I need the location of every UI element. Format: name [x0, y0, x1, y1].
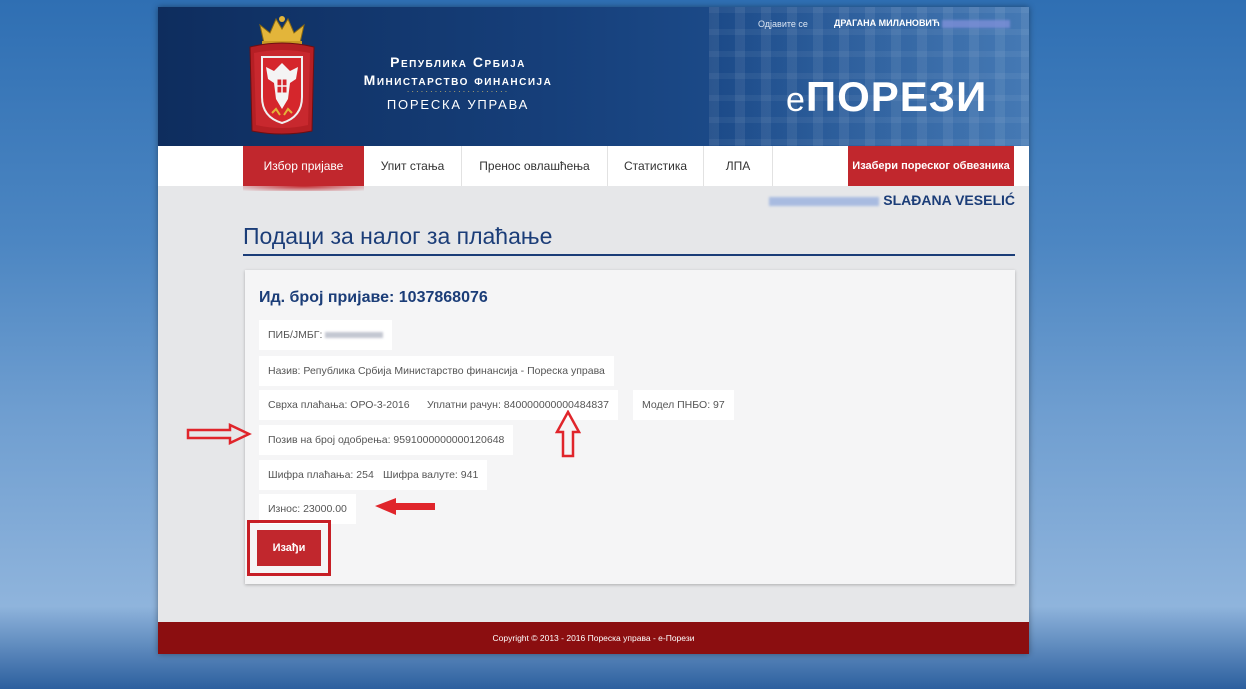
nav-item-lpa[interactable]: ЛПА [704, 146, 772, 186]
naziv-field: Назив: Република Србија Министарство фин… [259, 356, 614, 386]
exit-button-highlight: Изађи [247, 520, 331, 576]
page-title: Подаци за налог за плаћање [243, 223, 553, 249]
brand-porezi: ПОРЕЗИ [805, 73, 988, 120]
user-name-redacted [942, 19, 1011, 28]
nav-separator [772, 146, 773, 186]
racun-field: Уплатни рачун: 840000000000484837 [418, 390, 618, 420]
serbian-coat-of-arms-icon [249, 16, 315, 135]
exit-button[interactable]: Изађи [257, 530, 321, 566]
pib-field: ПИБ/ЈМБГ: [259, 320, 393, 350]
user-name: ДРАГАНА МИЛАНОВИЋ [834, 18, 1011, 28]
main-nav: Избор пријаве Упит стања Пренос овлашћењ… [158, 146, 1029, 191]
taxpayer-id-redacted [769, 196, 880, 206]
annotation-arrow-left-icon [375, 498, 435, 515]
pib-label: ПИБ/ЈМБГ: [268, 329, 323, 341]
sifra-placanja-field: Шифра плаћања: 254 [259, 460, 383, 490]
payment-order-panel: Ид. број пријаве: 1037868076 ПИБ/ЈМБГ: Н… [245, 270, 1015, 584]
select-taxpayer-button[interactable]: Изабери пореског обвезника [848, 146, 1014, 186]
nav-item-statistika[interactable]: Статистика [608, 146, 703, 186]
brand-e: е [786, 81, 806, 119]
model-field: Модел ПНБО: 97 [633, 390, 734, 420]
svrha-field: Сврха плаћања: ОРО-3-2016 [259, 390, 419, 420]
site-header: Република Србија Министарство финансија … [158, 7, 1029, 146]
annotation-arrow-up-icon [555, 410, 581, 458]
org-line-tax-admin: ПОРЕСКА УПРАВА [386, 97, 530, 112]
page-container: Република Србија Министарство финансија … [158, 7, 1029, 654]
return-id-heading: Ид. број пријаве: 1037868076 [259, 289, 488, 306]
footer-copyright: Copyright © 2013 - 2016 Пореска управа -… [158, 622, 1029, 654]
poziv-field: Позив на број одобрења: 9591000000000120… [259, 425, 514, 455]
nav-item-prenos-ovlascenja[interactable]: Пренос овлашћења [462, 146, 607, 186]
sifra-valute-field: Шифра валуте: 941 [374, 460, 488, 490]
annotation-arrow-right-icon [186, 423, 252, 445]
org-line-republic: Република Србија [390, 54, 526, 70]
selected-taxpayer: SLAĐANA VESELIĆ [769, 192, 1015, 208]
nav-item-izbor-prijave[interactable]: Избор пријаве [243, 146, 364, 191]
organization-name: Република Србија Министарство финансија … [328, 53, 588, 115]
taxpayer-name: SLAĐANA VESELIĆ [883, 192, 1015, 208]
title-underline [243, 254, 1015, 256]
logout-link[interactable]: Одјавите се [758, 19, 808, 29]
user-name-text: ДРАГАНА МИЛАНОВИЋ [834, 18, 940, 28]
nav-item-upit-stanja[interactable]: Упит стања [364, 146, 461, 186]
eporezi-logo[interactable]: еПОРЕЗИ [786, 73, 987, 121]
pib-redacted [325, 332, 384, 339]
